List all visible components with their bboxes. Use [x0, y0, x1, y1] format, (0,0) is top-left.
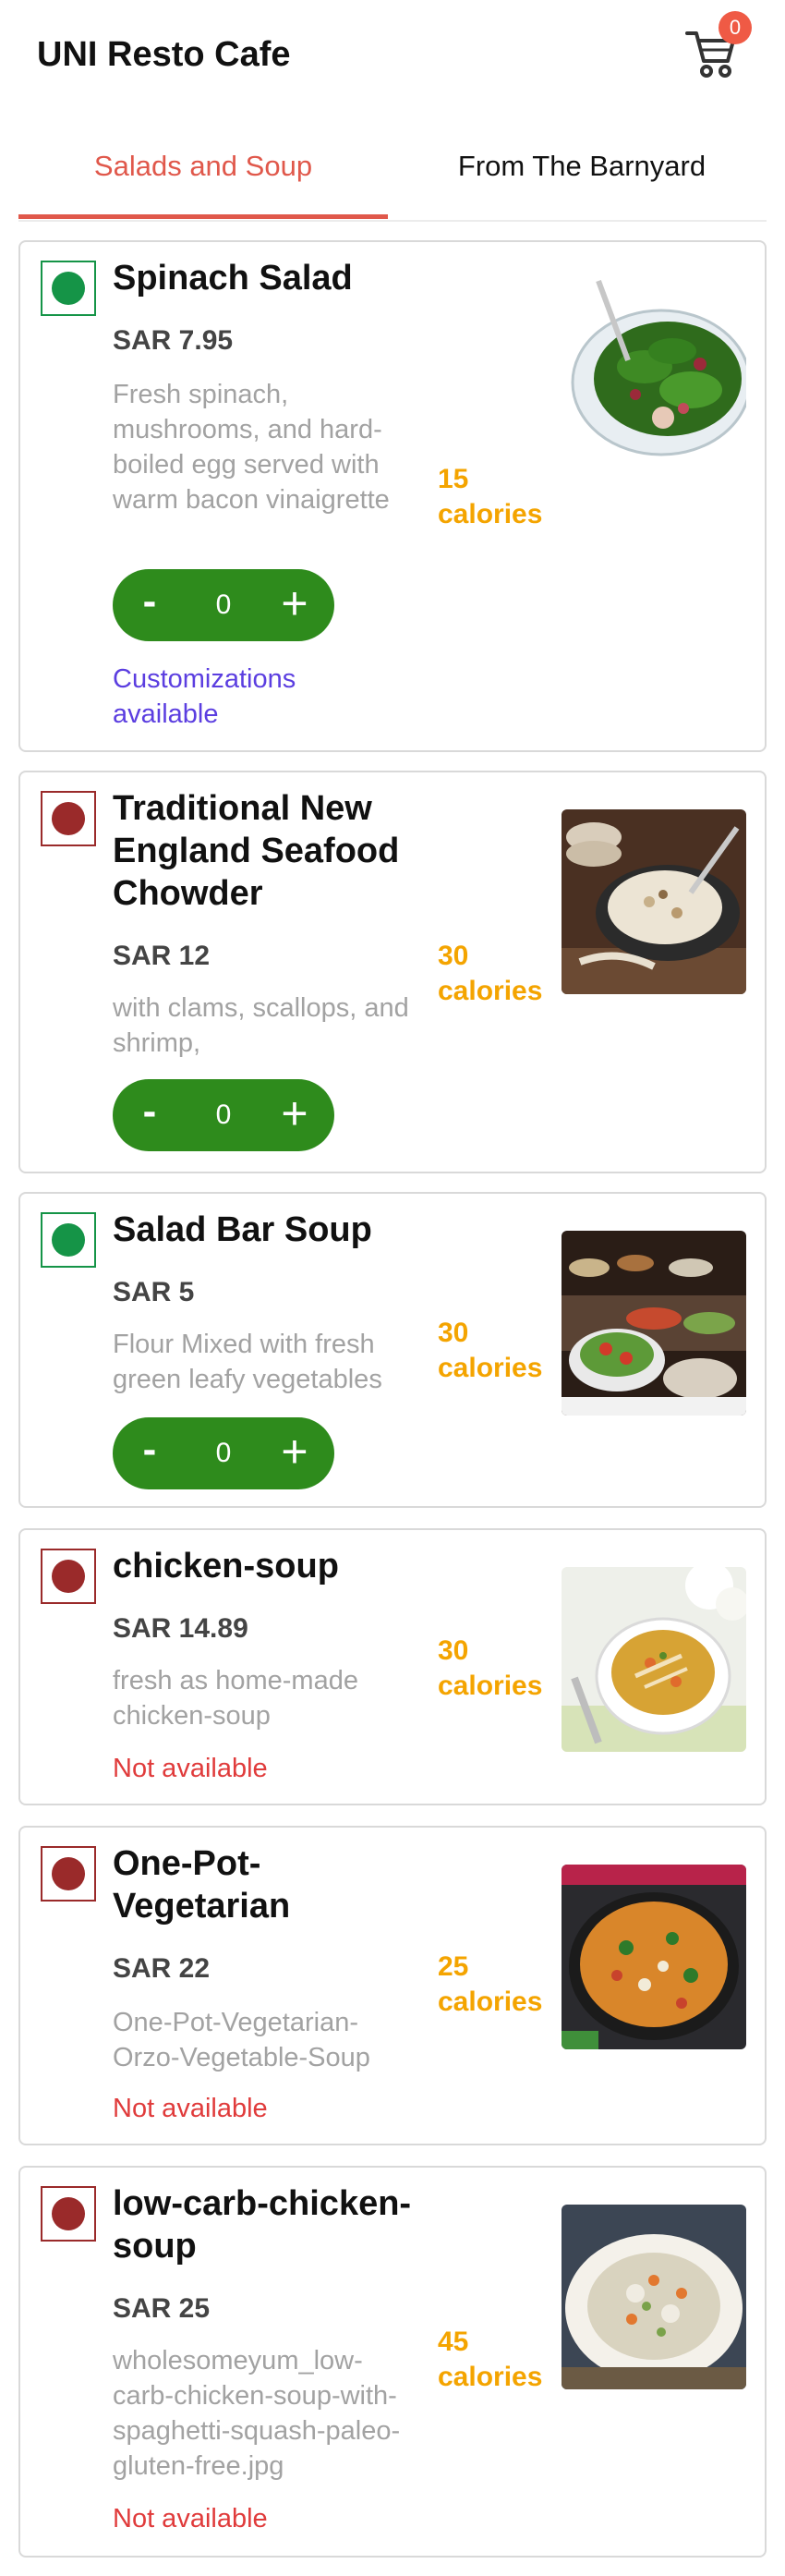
item-description: Flour Mixed with fresh green leafy veget…	[113, 1330, 382, 1394]
customizations-link[interactable]: Customizations available	[113, 662, 390, 732]
app-header: UNI Resto Cafe 0	[0, 0, 785, 111]
quantity-value: 0	[215, 1438, 232, 1468]
tab-salads-and-soup[interactable]: Salads and Soup	[18, 111, 388, 222]
item-description: One-Pot-Vegetarian-Orzo-Vegetable-Soup	[113, 2008, 370, 2072]
item-name: chicken-soup	[113, 1547, 339, 1586]
increase-quantity-button[interactable]: +	[272, 577, 318, 630]
quantity-value: 0	[215, 589, 232, 620]
non-veg-indicator-icon	[41, 2186, 96, 2242]
item-calories: 30 calories	[438, 1318, 543, 1383]
low-carb-chicken-soup-photo	[562, 2205, 746, 2389]
decrease-quantity-button[interactable]: -	[131, 1088, 168, 1135]
item-name: Traditional New England Seafood Chowder	[113, 789, 400, 913]
veg-indicator-icon	[41, 261, 96, 316]
decrease-quantity-button[interactable]: -	[131, 578, 168, 625]
tab-from-the-barnyard[interactable]: From The Barnyard	[397, 111, 767, 222]
active-tab-indicator	[18, 214, 388, 219]
item-description: wholesomeyum_low-carb-chicken-soup-with-…	[113, 2346, 401, 2481]
menu-item-card: Traditional New England Seafood Chowder …	[18, 771, 767, 1173]
menu-item-card: One-Pot-Vegetarian SAR 22 One-Pot-Vegeta…	[18, 1826, 767, 2145]
menu-item-card: Salad Bar Soup SAR 5 Flour Mixed with fr…	[18, 1192, 767, 1508]
quantity-stepper: - 0 +	[113, 1417, 334, 1489]
decrease-quantity-button[interactable]: -	[131, 1427, 168, 1473]
item-calories: 25 calories	[438, 1951, 543, 2017]
quantity-stepper: - 0 +	[113, 569, 334, 641]
item-price: SAR 12	[113, 941, 211, 971]
item-price: SAR 22	[113, 1953, 211, 1984]
tab-divider	[18, 220, 767, 222]
item-price: SAR 7.95	[113, 325, 234, 356]
item-calories: 15 calories	[438, 464, 543, 529]
item-name: low-carb-chicken-soup	[113, 2184, 412, 2266]
veg-indicator-icon	[41, 1212, 96, 1268]
increase-quantity-button[interactable]: +	[272, 1425, 318, 1478]
cart-button[interactable]: 0	[683, 11, 752, 87]
menu-item-card: Spinach Salad SAR 7.95 Fresh spinach, mu…	[18, 240, 767, 752]
chicken-soup-photo	[562, 1567, 746, 1752]
spinach-salad-photo	[562, 279, 746, 464]
category-tabs: Salads and Soup From The Barnyard	[0, 111, 785, 222]
item-price: SAR 25	[113, 2293, 211, 2324]
quantity-value: 0	[215, 1100, 232, 1130]
item-calories: 45 calories	[438, 2327, 543, 2392]
menu-item-card: chicken-soup SAR 14.89 fresh as home-mad…	[18, 1528, 767, 1805]
increase-quantity-button[interactable]: +	[272, 1087, 318, 1140]
non-veg-indicator-icon	[41, 1549, 96, 1604]
salad-bar-photo	[562, 1231, 746, 1416]
menu-item-card: low-carb-chicken-soup SAR 25 wholesomeyu…	[18, 2166, 767, 2558]
availability-status: Not available	[113, 1754, 268, 1783]
item-calories: 30 calories	[438, 941, 543, 1006]
availability-status: Not available	[113, 2504, 268, 2533]
item-description: Fresh spinach, mushrooms, and hard-boile…	[113, 380, 390, 515]
item-description: fresh as home-made chicken-soup	[113, 1666, 358, 1731]
item-name: One-Pot-Vegetarian	[113, 1844, 291, 1926]
quantity-stepper: - 0 +	[113, 1079, 334, 1151]
seafood-chowder-photo	[562, 809, 746, 994]
item-price: SAR 5	[113, 1277, 195, 1307]
item-name: Salad Bar Soup	[113, 1210, 372, 1249]
item-calories: 30 calories	[438, 1635, 543, 1701]
cart-count-badge: 0	[719, 11, 752, 44]
item-name: Spinach Salad	[113, 259, 353, 298]
item-price: SAR 14.89	[113, 1613, 248, 1644]
availability-status: Not available	[113, 2094, 268, 2123]
non-veg-indicator-icon	[41, 1846, 96, 1902]
item-description: with clams, scallops, and shrimp,	[113, 993, 409, 1058]
non-veg-indicator-icon	[41, 791, 96, 846]
one-pot-vegetarian-photo	[562, 1865, 746, 2049]
app-title: UNI Resto Cafe	[37, 35, 291, 74]
